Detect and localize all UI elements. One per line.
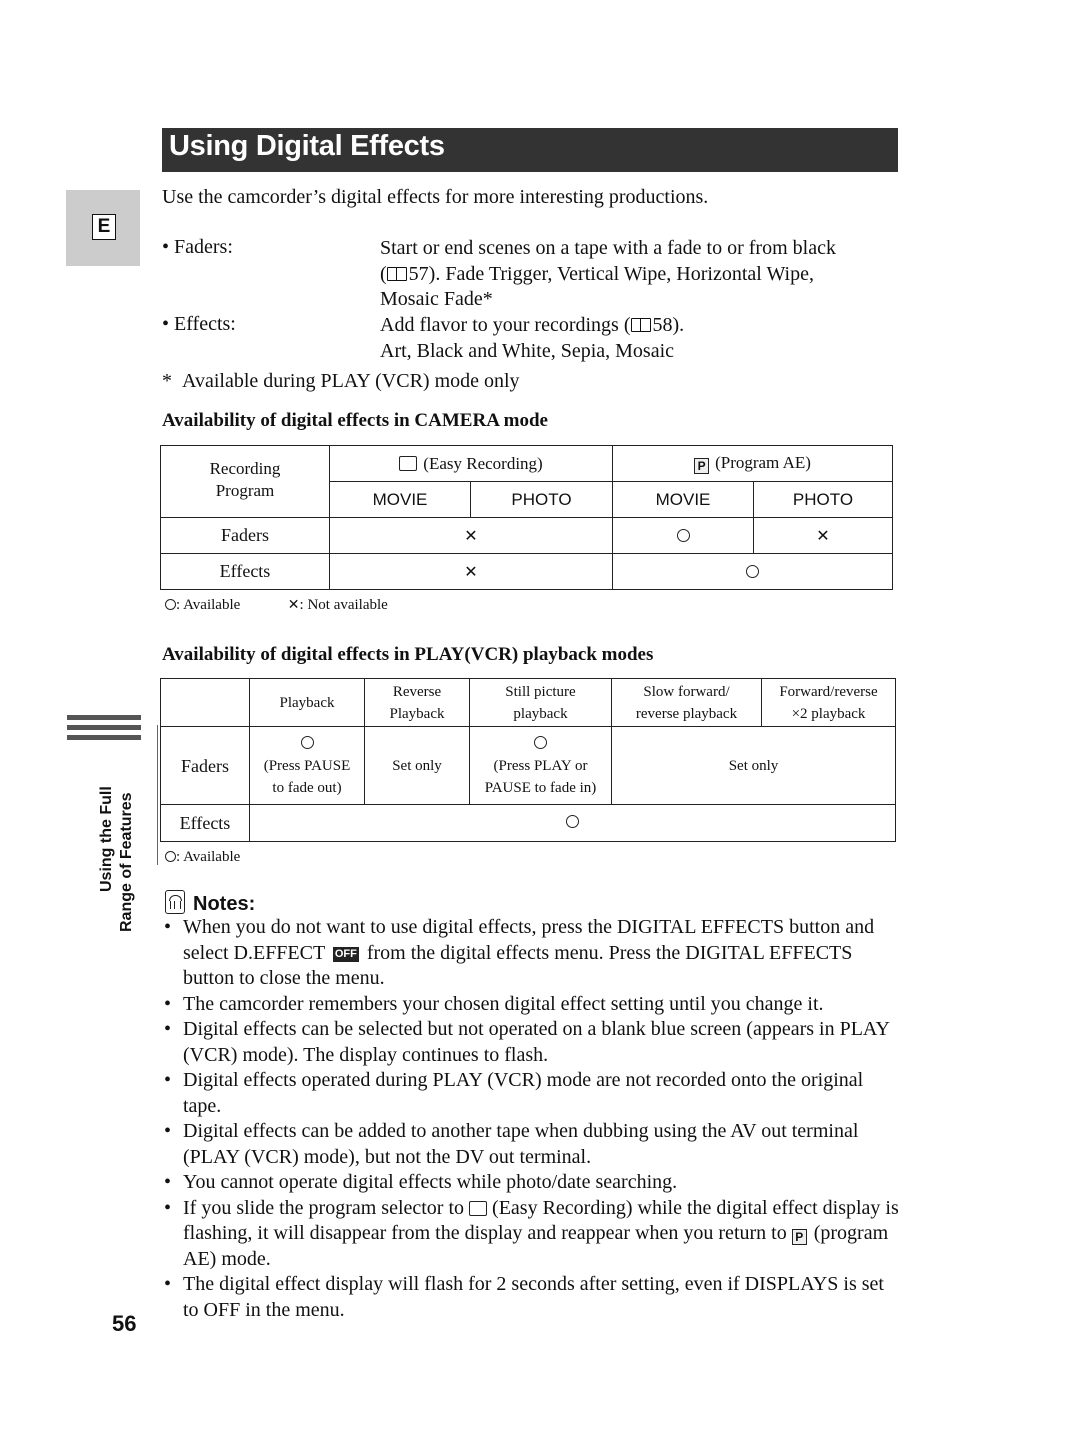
camera-mode-table: Recording Program (Easy Recording) P (Pro… bbox=[160, 445, 893, 590]
group-header-program: P (Program AE) bbox=[612, 445, 893, 482]
note-item: When you do not want to use digital effe… bbox=[162, 915, 902, 992]
note-item: The camcorder remembers your chosen digi… bbox=[162, 992, 902, 1018]
off-icon: OFF bbox=[332, 946, 359, 962]
book-icon bbox=[630, 318, 651, 332]
row-label-effects: Effects bbox=[160, 553, 330, 590]
circle-icon bbox=[566, 815, 579, 828]
feature-desc-effects: Add flavor to your recordings (58). Art,… bbox=[380, 313, 684, 364]
circle-icon bbox=[746, 565, 759, 578]
page-title: Using Digital Effects bbox=[169, 130, 445, 162]
subcol-photo: PHOTO bbox=[753, 481, 893, 518]
faders-desc-line2: (57). Fade Trigger, Vertical Wipe, Horiz… bbox=[380, 262, 814, 285]
circle-icon bbox=[300, 735, 314, 749]
corner-header: Recording Program bbox=[160, 445, 330, 518]
faders-desc-line3: Mosaic Fade* bbox=[380, 288, 493, 310]
effects-desc-line2: Art, Black and White, Sepia, Mosaic bbox=[380, 339, 675, 362]
section-divider bbox=[157, 725, 158, 865]
section-label-line1: Using the Full bbox=[98, 786, 115, 892]
col-header-x2: Forward/reverse ×2 playback bbox=[761, 678, 896, 727]
page-title-bar: Using Digital Effects bbox=[162, 128, 898, 172]
col-header-reverse: Reverse Playback bbox=[364, 678, 470, 727]
note-item: Digital effects operated during PLAY (VC… bbox=[162, 1068, 902, 1119]
program-ae-icon: P bbox=[791, 1229, 807, 1245]
subcol-movie: MOVIE bbox=[612, 481, 754, 518]
section-label: Using the Full Range of Features bbox=[96, 760, 146, 940]
effects-desc-line1: Add flavor to your recordings (58). bbox=[380, 314, 685, 336]
cell-not-available: ✕ bbox=[329, 517, 613, 554]
cell-available bbox=[612, 517, 754, 554]
cell-playback-faders: (Press PAUSE to fade out) bbox=[249, 726, 365, 805]
note-item: Digital effects can be selected but not … bbox=[162, 1017, 902, 1068]
cell-not-available: ✕ bbox=[753, 517, 893, 554]
circle-icon bbox=[534, 735, 547, 749]
section-marker-bars bbox=[67, 715, 141, 745]
faders-desc-line1: Start or end scenes on a tape with a fad… bbox=[380, 237, 836, 259]
footnote: * Available during PLAY (VCR) mode only bbox=[162, 370, 520, 392]
feature-label-faders: • Faders: bbox=[162, 236, 233, 258]
play-table-legend: : Available bbox=[165, 849, 240, 866]
page-number: 56 bbox=[112, 1311, 137, 1336]
cross-icon: ✕ bbox=[464, 562, 478, 581]
camera-table-legend: : Available ✕: Not available bbox=[165, 597, 388, 614]
circle-icon bbox=[165, 599, 176, 610]
note-item: Digital effects can be added to another … bbox=[162, 1119, 902, 1170]
cell-effects-available bbox=[249, 804, 896, 842]
col-header-playback: Playback bbox=[249, 678, 365, 727]
cross-icon: ✕ bbox=[464, 526, 478, 545]
corner-cell bbox=[160, 678, 250, 727]
book-icon bbox=[386, 266, 407, 281]
easy-recording-icon bbox=[399, 455, 418, 471]
col-header-slow: Slow forward/reverse playback bbox=[611, 678, 762, 727]
feature-desc-faders: Start or end scenes on a tape with a fad… bbox=[380, 236, 836, 313]
circle-icon bbox=[165, 851, 176, 862]
page-reference: 57 bbox=[408, 262, 429, 285]
page-reference: 58 bbox=[652, 314, 673, 336]
cell-available bbox=[612, 553, 893, 590]
language-tab: E bbox=[66, 190, 140, 266]
row-label-faders: Faders bbox=[160, 726, 250, 805]
play-mode-table: Playback Reverse Playback Still picture pl… bbox=[160, 678, 896, 842]
notes-icon bbox=[165, 890, 185, 914]
circle-icon bbox=[676, 529, 690, 542]
notes-heading: Notes: bbox=[165, 890, 255, 916]
row-label-faders: Faders bbox=[160, 517, 330, 554]
cell-not-available: ✕ bbox=[329, 553, 613, 590]
cross-icon: ✕ bbox=[816, 526, 830, 545]
feature-label-effects: • Effects: bbox=[162, 313, 236, 335]
note-item: The digital effect display will flash fo… bbox=[162, 1272, 902, 1323]
row-label-effects: Effects bbox=[160, 804, 250, 842]
note-item: You cannot operate digital effects while… bbox=[162, 1170, 902, 1196]
col-header-still: Still picture playback bbox=[469, 678, 612, 727]
language-letter: E bbox=[92, 214, 116, 240]
intro-text: Use the camcorder’s digital effects for … bbox=[162, 186, 709, 208]
note-item: If you slide the program selector to (Ea… bbox=[162, 1196, 902, 1273]
easy-recording-icon bbox=[469, 1200, 488, 1216]
cell-slow-x2-faders: Set only bbox=[611, 726, 896, 805]
section-label-line2: Range of Features bbox=[118, 792, 135, 932]
subcol-movie: MOVIE bbox=[329, 481, 471, 518]
group-header-easy: (Easy Recording) bbox=[329, 445, 613, 482]
camera-table-heading: Availability of digital effects in CAMER… bbox=[162, 410, 548, 431]
cross-icon: ✕ bbox=[287, 597, 300, 613]
notes-list: When you do not want to use digital effe… bbox=[162, 915, 902, 1323]
play-table-heading: Availability of digital effects in PLAY(… bbox=[162, 644, 654, 665]
cell-still-faders: (Press PLAY or PAUSE to fade in) bbox=[469, 726, 612, 805]
cell-reverse-faders: Set only bbox=[364, 726, 470, 805]
subcol-photo: PHOTO bbox=[470, 481, 613, 518]
program-ae-icon: P bbox=[694, 458, 710, 474]
